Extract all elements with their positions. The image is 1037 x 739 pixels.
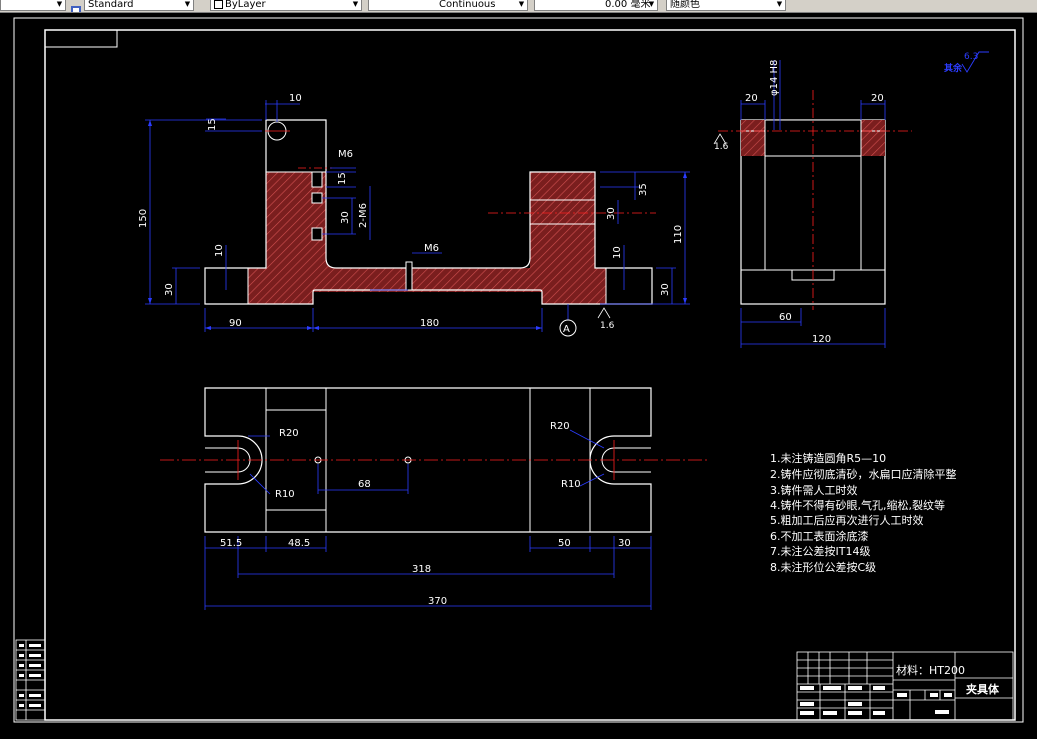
lineweight-combo[interactable]: 0.00 毫米 ▼ bbox=[534, 0, 658, 11]
dim-r10-left: R10 bbox=[275, 489, 295, 500]
dim-60: 60 bbox=[779, 312, 792, 323]
lineweight-combo-value: 0.00 毫米 bbox=[605, 0, 651, 10]
front-datum: A 1.6 bbox=[559, 304, 615, 337]
note-7: 7.未注公差按IT14级 bbox=[770, 544, 870, 558]
dim-15-small: 15 bbox=[337, 172, 348, 185]
dim-370: 370 bbox=[428, 596, 447, 607]
dim-180: 180 bbox=[420, 318, 439, 329]
dim-120: 120 bbox=[812, 334, 831, 345]
roughness-symbol-icon bbox=[597, 307, 611, 319]
dim-20-left: 20 bbox=[745, 93, 758, 104]
chevron-down-icon: ▼ bbox=[352, 0, 359, 8]
dim-30-right: 30 bbox=[660, 283, 671, 296]
dim-51-5: 51.5 bbox=[220, 538, 242, 549]
color-combo-value: 随颜色 bbox=[670, 0, 700, 10]
material-label: 材料：HT200 bbox=[896, 663, 965, 677]
note-8: 8.未注形位公差按C级 bbox=[770, 560, 876, 574]
rough-side: 1.6 bbox=[714, 142, 729, 152]
dim-10-top: 10 bbox=[289, 93, 302, 104]
dim-48-5: 48.5 bbox=[288, 538, 310, 549]
part-name: 夹具体 bbox=[966, 682, 1000, 696]
dim-50: 50 bbox=[558, 538, 571, 549]
surface-finish-label: 其余 bbox=[944, 62, 963, 74]
technical-notes: 1.未注铸造圆角R5—10 2.铸件应彻底清砂，水扁口应清除平整 3.铸件需人工… bbox=[770, 451, 957, 574]
color-combo[interactable]: 随颜色 ▼ bbox=[666, 0, 786, 11]
dim-318: 318 bbox=[412, 564, 431, 575]
dim-10-left: 10 bbox=[214, 244, 225, 257]
style-combo[interactable]: Standard ▼ bbox=[84, 0, 194, 11]
dim-150: 150 bbox=[138, 209, 149, 228]
layer-combo-value: ByLayer bbox=[225, 0, 266, 10]
dim-30-right-hole: 30 bbox=[606, 207, 617, 220]
dim-68: 68 bbox=[358, 479, 371, 490]
top-view bbox=[160, 387, 710, 533]
dim-r20-right: R20 bbox=[550, 421, 570, 432]
surface-finish: 其余 6.3 bbox=[944, 51, 989, 74]
dim-m6-mid: M6 bbox=[424, 243, 439, 254]
dim-m6-side: M6 bbox=[338, 149, 353, 160]
side-view bbox=[718, 90, 912, 310]
dim-10-right: 10 bbox=[612, 246, 623, 259]
chevron-down-icon: ▼ bbox=[518, 0, 525, 8]
note-6: 6.不加工表面涂底漆 bbox=[770, 529, 869, 543]
style-combo-value: Standard bbox=[88, 0, 134, 10]
layer-combo[interactable]: ByLayer ▼ bbox=[210, 0, 362, 11]
note-2: 2.铸件应彻底清砂，水扁口应清除平整 bbox=[770, 467, 957, 481]
dim-20-right: 20 bbox=[871, 93, 884, 104]
front-view bbox=[204, 119, 656, 306]
datum-label: A bbox=[563, 324, 570, 335]
dim-30-left: 30 bbox=[164, 283, 175, 296]
left-strip-text bbox=[19, 644, 41, 707]
dim-15: 15 bbox=[207, 118, 218, 131]
dim-bore: φ14 H8 bbox=[769, 60, 780, 96]
note-3: 3.铸件需人工时效 bbox=[770, 483, 858, 497]
dim-r10-right: R10 bbox=[561, 479, 581, 490]
linetype-combo[interactable]: Continuous ▼ bbox=[368, 0, 528, 11]
dim-r20-left: R20 bbox=[279, 428, 299, 439]
layer-swatch-icon bbox=[214, 0, 223, 9]
left-strip-table bbox=[15, 639, 46, 721]
note-4: 4.铸件不得有砂眼,气孔,缩松,裂纹等 bbox=[770, 498, 945, 512]
text-style-icon[interactable] bbox=[70, 0, 82, 12]
dim-30-top: 30 bbox=[618, 538, 631, 549]
top-dimensions bbox=[204, 429, 652, 610]
top-dim-text: R20 R10 68 R20 R10 51.5 48.5 50 30 318 3… bbox=[220, 421, 631, 607]
rough-front: 1.6 bbox=[600, 321, 615, 331]
linetype-combo-value: Continuous bbox=[439, 0, 496, 10]
chevron-down-icon: ▼ bbox=[776, 0, 783, 8]
base-recess bbox=[313, 292, 542, 306]
dim-35: 35 bbox=[638, 183, 649, 196]
note-1: 1.未注铸造圆角R5—10 bbox=[770, 451, 886, 465]
corner-box bbox=[44, 29, 118, 48]
workspace-combo[interactable]: ▼ bbox=[0, 0, 66, 11]
dim-110: 110 bbox=[673, 225, 684, 244]
drawing-canvas[interactable]: 10 15 M6 15 30 2-M6 150 10 30 90 180 M6 … bbox=[0, 12, 1037, 739]
chevron-down-icon: ▼ bbox=[184, 0, 191, 8]
chevron-down-icon: ▼ bbox=[56, 0, 63, 8]
chevron-down-icon: ▼ bbox=[648, 0, 655, 8]
note-5: 5.粗加工后应再次进行人工时效 bbox=[770, 513, 924, 527]
hatch-right-column bbox=[530, 172, 595, 304]
dim-2-m6: 2-M6 bbox=[358, 203, 369, 228]
dim-30: 30 bbox=[340, 211, 351, 224]
surface-finish-value: 6.3 bbox=[964, 52, 978, 62]
side-dim-text: 20 20 φ14 H8 60 120 1.6 bbox=[713, 60, 884, 345]
dim-90: 90 bbox=[229, 318, 242, 329]
